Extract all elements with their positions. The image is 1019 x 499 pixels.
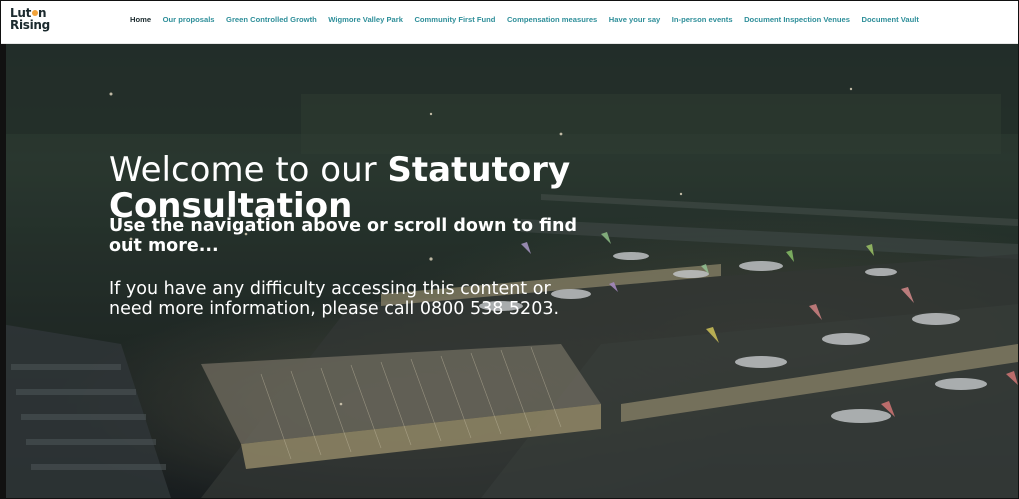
browser-page: Lut n Rising Home Our proposals Green Con…	[0, 0, 1019, 499]
nav-our-proposals[interactable]: Our proposals	[163, 15, 215, 24]
nav-in-person-events[interactable]: In-person events	[672, 15, 733, 24]
nav-document-vault[interactable]: Document Vault	[862, 15, 919, 24]
nav-community-first-fund[interactable]: Community First Fund	[414, 15, 495, 24]
page-title: Welcome to our Statutory Consultation	[109, 150, 571, 226]
nav-green-controlled-growth[interactable]: Green Controlled Growth	[226, 15, 317, 24]
nav-wigmore-valley-park[interactable]: Wigmore Valley Park	[328, 15, 403, 24]
nav-document-inspection-venues[interactable]: Document Inspection Venues	[744, 15, 850, 24]
hero-contact-info: If you have any difficulty accessing thi…	[109, 279, 560, 319]
airport-aerial-night-image	[1, 44, 1018, 498]
site-header: Lut n Rising Home Our proposals Green Con…	[1, 1, 1018, 44]
nav-compensation-measures[interactable]: Compensation measures	[507, 15, 597, 24]
hero-section: Welcome to our Statutory Consultation	[1, 44, 1018, 498]
main-navigation: Home Our proposals Green Controlled Grow…	[130, 15, 928, 24]
luton-rising-logo[interactable]: Lut n Rising	[10, 7, 50, 37]
page-left-edge	[1, 44, 6, 498]
nav-have-your-say[interactable]: Have your say	[609, 15, 661, 24]
nav-home[interactable]: Home	[130, 15, 151, 24]
hero-subheading: Use the navigation above or scroll down …	[109, 216, 578, 256]
